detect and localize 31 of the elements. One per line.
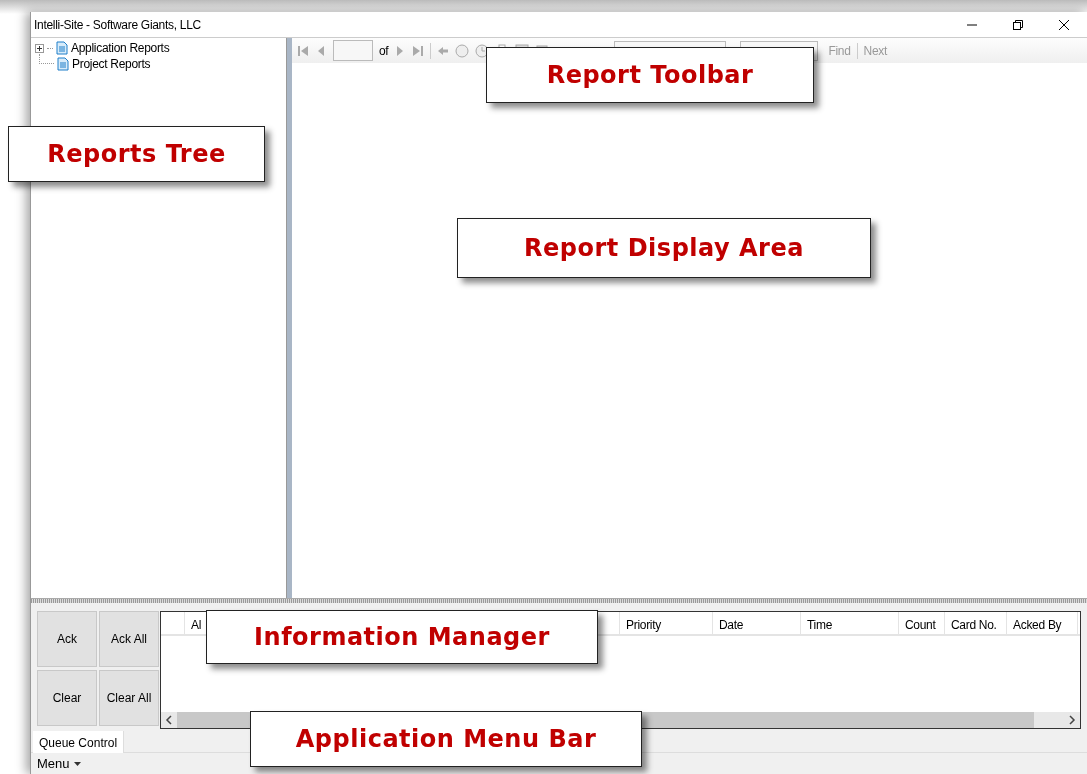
caret-icon [73, 761, 81, 766]
document-icon [57, 57, 69, 71]
of-label: of [379, 42, 389, 60]
tree-item[interactable]: Application Reports [71, 39, 170, 57]
expand-icon[interactable] [35, 43, 44, 53]
callout-tooltip: Reports Tree [8, 126, 265, 182]
column-header[interactable]: Count [899, 612, 945, 634]
tree-item[interactable]: Project Reports [72, 55, 151, 73]
page-number-field[interactable] [333, 40, 373, 61]
queue-button[interactable]: Ack All [99, 611, 159, 667]
callout-tooltip: Report Display Area [457, 218, 871, 278]
last-page-icon[interactable] [412, 44, 425, 57]
first-page-icon[interactable] [297, 44, 309, 57]
back-arrow-icon[interactable] [437, 44, 450, 57]
queue-button[interactable]: Clear All [99, 670, 159, 726]
menu-button[interactable]: Menu [37, 753, 81, 774]
column-header[interactable]: Date [713, 612, 801, 634]
tab[interactable]: Queue Control [33, 731, 125, 755]
callout-tooltip: Report Toolbar [486, 47, 814, 103]
column-header[interactable]: Card No. [945, 612, 1007, 634]
queue-button[interactable]: Clear [37, 670, 97, 726]
column-header[interactable]: Priority [620, 612, 713, 634]
document-icon [56, 41, 68, 55]
callout-tooltip: Application Menu Bar [250, 711, 642, 767]
column-header[interactable]: Acked By [1007, 612, 1078, 634]
close-icon [1058, 18, 1070, 31]
restore-icon [1012, 18, 1024, 31]
callout-tooltip: Information Manager [206, 610, 598, 664]
window-title: Intelli-Site - Software Giants, LLC [34, 16, 202, 34]
queue-button[interactable]: Ack [37, 611, 97, 667]
column-header[interactable]: Time [801, 612, 899, 634]
